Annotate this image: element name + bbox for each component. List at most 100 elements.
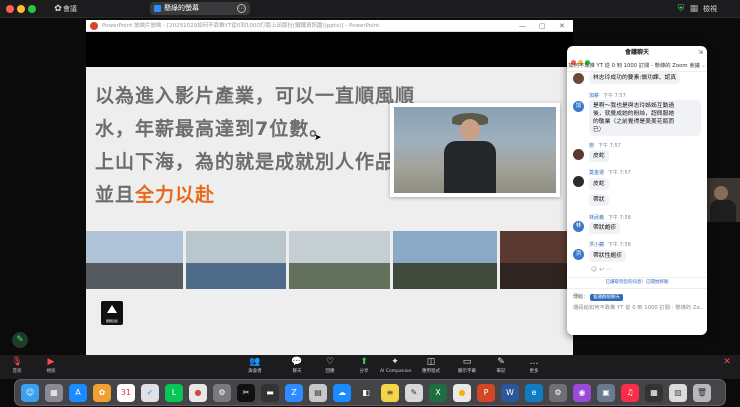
speaker-photo — [390, 103, 560, 197]
more-icon: … — [529, 357, 539, 367]
slide-text-line-4: 並且全力以赴 — [95, 180, 215, 207]
security-shield-icon[interactable]: ⛨ — [675, 3, 687, 15]
zoom-icon[interactable]: Z — [285, 384, 303, 402]
notes-button[interactable]: ✎ 筆記 — [486, 356, 516, 375]
share-options-icon[interactable]: ⋯ — [237, 4, 246, 13]
ai-companion-button[interactable]: ✦ AI Companion — [380, 356, 411, 375]
powerpoint-titlebar: PowerPoint 放映片放映 - [20251029如何不靠推YT從0到10… — [86, 20, 573, 32]
appstore-icon[interactable]: A — [69, 384, 87, 402]
screen-share-icon — [154, 5, 161, 12]
chat-message-4: 皮蛇 — [589, 178, 609, 190]
shared-powerpoint-window: PowerPoint 放映片放映 - [20251029如何不靠推YT從0到10… — [86, 20, 573, 360]
leave-icon: ✕ — [723, 357, 731, 367]
slide-text-prefix: 並且 — [95, 184, 136, 206]
leave-button[interactable]: ✕ — [712, 356, 740, 368]
notes-icon: ✎ — [497, 357, 505, 367]
apps-icon: ◫ — [426, 357, 436, 367]
annotate-pencil-icon[interactable]: ✎ — [12, 332, 28, 348]
participant-video-thumbnail[interactable] — [706, 178, 740, 222]
mouse-cursor-icon: ➤ — [314, 133, 322, 143]
audio-button[interactable]: 🎙 音訊 — [2, 356, 32, 375]
restore-icon[interactable]: ▢ — [539, 20, 546, 32]
apps-button[interactable]: ◫ 應用程式 — [416, 356, 446, 375]
close-window-button[interactable] — [6, 5, 14, 13]
zoom-toolbar: 🎙 音訊 ▶ 視訊 👥 與會者 💬 聊天 ♡ 回應 ⬆ 分享 ✦ AI Companion ◫… — [0, 355, 740, 379]
finder-icon[interactable]: ☺ — [21, 384, 39, 402]
safari-icon[interactable]: ✓ — [141, 384, 159, 402]
edge-icon[interactable]: e — [525, 384, 543, 402]
share-icon: ⬆ — [360, 357, 368, 367]
chat-message-5: 帶狀 — [589, 194, 609, 206]
presentation-slide: 以為進入影片產業，可以一直順風順 水，年薪最高達到7位數。 上山下海，為的就是成… — [86, 67, 573, 357]
zoom-screen: ✿ 會議 懸綠的螢幕 ⋯ ⛨ ▦ 檢視 PowerPoint 放映片放映 - [… — [0, 0, 740, 407]
podcast-icon[interactable]: ◉ — [573, 384, 591, 402]
unread-notice[interactable]: 已讀取到您的訊息！已開始移動 — [567, 277, 707, 286]
participants-button[interactable]: 👥 與會者 — [240, 356, 270, 375]
notes-app-icon[interactable]: ▬ — [261, 384, 279, 402]
slide-text-line-3: 上山下海，為的就是成就別人作品， — [95, 151, 416, 173]
ai-companion-icon: ✦ — [391, 357, 399, 367]
photo-app-icon[interactable]: ▨ — [669, 384, 687, 402]
zoom-top-bar: ✿ 會議 懸綠的螢幕 ⋯ ⛨ ▦ 檢視 — [0, 0, 740, 18]
minimize-icon[interactable]: — — [519, 20, 526, 32]
powerpoint-icon[interactable]: P — [477, 384, 495, 402]
word-icon[interactable]: W — [501, 384, 519, 402]
textedit-icon[interactable]: ✎ — [405, 384, 423, 402]
avatar: 洪 — [573, 249, 584, 260]
photo-street — [86, 231, 183, 289]
chat-message-3: 皮蛇 — [589, 150, 609, 162]
chat-meeting-name[interactable]: 如何不靠推 YT 從 0 到 1000 訂閱 - 懸綠的 Zoom 會議 ⌄ — [567, 60, 707, 72]
video-button[interactable]: ▶ 視訊 — [36, 356, 66, 375]
calendar-icon[interactable]: 31 — [117, 384, 135, 402]
reactions-icon: ♡ — [325, 357, 335, 367]
share-button[interactable]: ⬆ 分享 — [349, 356, 379, 375]
screen-share-label: 懸綠的螢幕 — [164, 4, 199, 12]
finder2-icon[interactable]: ▤ — [309, 384, 327, 402]
reactions-button[interactable]: ♡ 回應 — [315, 356, 345, 375]
chat-message-input[interactable]: 傳訊給如何不靠推 YT 從 0 到 1000 訂閱 - 懸綠的 Zo... — [573, 303, 703, 311]
settings-icon[interactable]: ⚙ — [213, 384, 231, 402]
brand-logo-caption: 鐵鐵資訊 — [105, 319, 118, 323]
captions-button[interactable]: ▭ 顯示字幕 — [452, 356, 482, 375]
popout-icon[interactable]: ⇲ — [698, 49, 703, 56]
chrome-icon[interactable]: ● — [189, 384, 207, 402]
photo-car — [186, 231, 286, 289]
line-icon[interactable]: L — [165, 384, 183, 402]
brand-logo: 鐵鐵資訊 — [101, 301, 123, 325]
trash-icon[interactable]: 🗑 — [693, 384, 711, 402]
minimize-window-button[interactable] — [17, 5, 25, 13]
notes-yellow-icon[interactable]: ≡ — [381, 384, 399, 402]
slide-text-line-2: 水，年薪最高達到7位數。 — [95, 118, 330, 140]
view-label[interactable]: 檢視 — [703, 3, 717, 15]
close-icon[interactable]: ✕ — [559, 20, 565, 32]
more-button[interactable]: … 更多 — [519, 356, 549, 375]
chat-message-1: 林志玲成功的要素:做功課、認真 — [589, 72, 681, 84]
excel-icon[interactable]: X — [429, 384, 447, 402]
chat-button[interactable]: 💬 聊天 — [282, 356, 312, 375]
meeting-chat-panel: 會議聊天 ⇲ 如何不靠推 YT 從 0 到 1000 訂閱 - 懸綠的 Zoom… — [567, 46, 707, 335]
gear2-icon[interactable]: ⚙ — [549, 384, 567, 402]
message-actions[interactable]: ☺ ↩ ⋯ — [591, 266, 612, 273]
photos-icon[interactable]: ✿ — [93, 384, 111, 402]
photo-strip — [86, 231, 573, 289]
calculator-icon[interactable]: ▦ — [645, 384, 663, 402]
screen-share-indicator[interactable]: 懸綠的螢幕 ⋯ — [150, 2, 250, 15]
macos-dock: ☺ ▦ A ✿ 31 ✓ L ● ⚙ ✂ ▬ Z ▤ ☁ ◧ ≡ ✎ X ● P We ⚙ ◉ ▣ ♫ ▦ ▨ 🗑 — [14, 379, 726, 406]
launchpad-icon[interactable]: ▦ — [45, 384, 63, 402]
capcut-icon[interactable]: ✂ — [237, 384, 255, 402]
powerpoint-title: PowerPoint 放映片放映 - [20251029如何不靠推YT從0到10… — [102, 23, 380, 29]
meeting-label[interactable]: 會議 — [63, 3, 77, 15]
preview-icon[interactable]: ▣ — [597, 384, 615, 402]
chat-message-6: 帶狀皰疹 — [589, 222, 621, 234]
chat-icon: 💬 — [291, 357, 303, 367]
chrome2-icon[interactable]: ● — [453, 384, 471, 402]
powerpoint-logo-icon — [90, 22, 98, 30]
photo-crew — [393, 231, 497, 289]
maximize-window-button[interactable] — [28, 5, 36, 13]
music-icon[interactable]: ♫ — [621, 384, 639, 402]
onedrive-icon[interactable]: ☁ — [333, 384, 351, 402]
chat-title: 會議聊天 — [624, 49, 649, 56]
grid-icon[interactable]: ▦ — [688, 3, 700, 15]
recipient-selector[interactable]: 傳給： 會議群組聊天 — [573, 293, 624, 301]
generic-icon[interactable]: ◧ — [357, 384, 375, 402]
